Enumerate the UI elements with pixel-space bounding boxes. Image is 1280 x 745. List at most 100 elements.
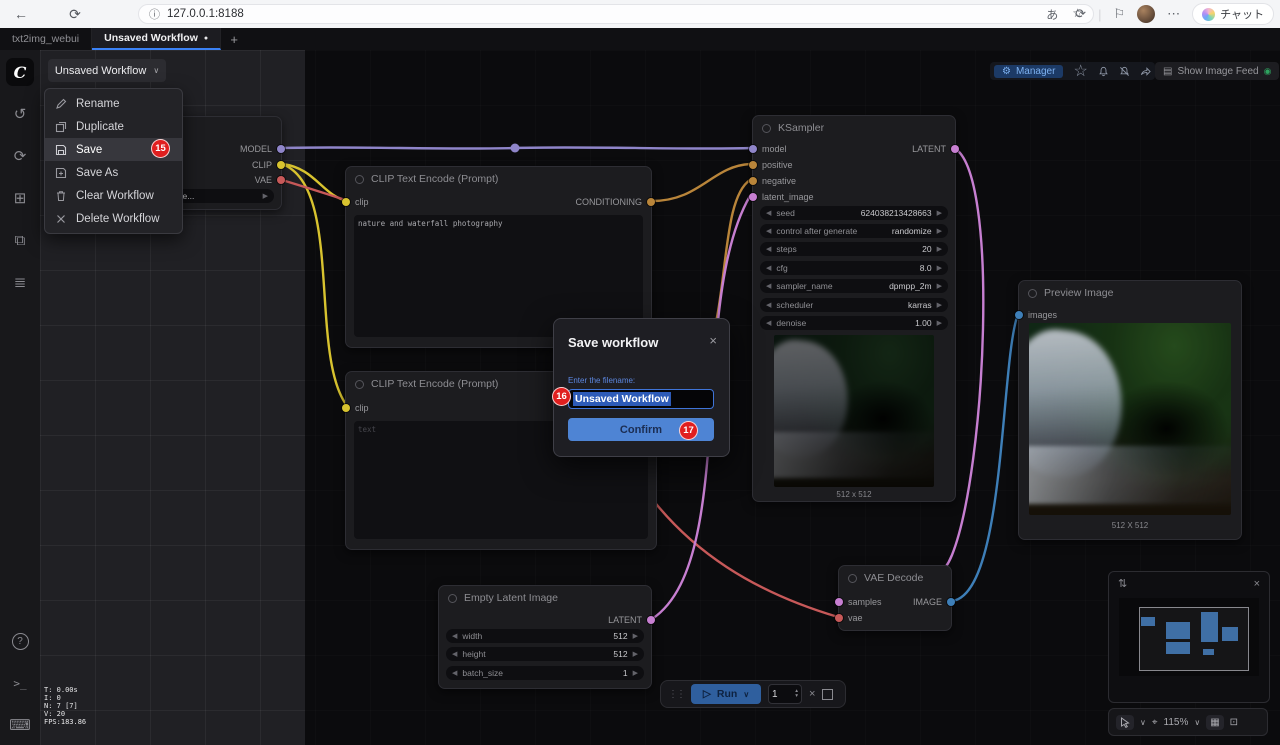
increment-icon[interactable]: ▶ (937, 245, 942, 253)
increment-icon[interactable]: ▶ (937, 209, 942, 217)
star-icon[interactable]: ☆ (1073, 61, 1087, 81)
zoom-chevron-icon[interactable]: ∨ (1194, 718, 1200, 727)
minimap-canvas[interactable] (1119, 598, 1259, 676)
collapse-dot-icon[interactable] (1028, 289, 1037, 298)
collapse-dot-icon[interactable] (448, 594, 457, 603)
logs-button[interactable]: >_ (6, 669, 34, 697)
vae-output-port[interactable] (277, 176, 285, 184)
show-image-feed-button[interactable]: ▤ Show Image Feed ◉ (1155, 62, 1279, 80)
conditioning-output-port[interactable] (647, 198, 655, 206)
bell-icon[interactable] (1098, 66, 1109, 77)
sidebar-item-workflows[interactable]: ≣ (6, 268, 34, 296)
model-input-port[interactable] (749, 145, 757, 153)
latent-output-port[interactable] (951, 145, 959, 153)
height-widget[interactable]: ◀height512▶ (446, 647, 644, 661)
new-tab-button[interactable]: + (221, 28, 247, 50)
decrement-icon[interactable]: ◀ (452, 669, 457, 677)
image-output-port[interactable] (947, 598, 955, 606)
node-vae-decode[interactable]: VAE Decode samples IMAGE vae (838, 565, 952, 631)
drag-handle[interactable]: ⋮⋮ (668, 689, 684, 700)
minimap-close-icon[interactable]: × (1254, 578, 1260, 590)
decrement-icon[interactable]: ◀ (766, 282, 771, 290)
menu-item-delete-workflow[interactable]: Delete Workflow (45, 207, 182, 230)
workflow-name-button[interactable]: Unsaved Workflow ∨ (48, 59, 166, 82)
refresh-icon[interactable]: ⟳ (62, 6, 88, 23)
samples-input-port[interactable] (835, 598, 843, 606)
negative-input-port[interactable] (749, 177, 757, 185)
more-icon[interactable]: ⋯ (1167, 6, 1180, 22)
batch-count-input[interactable]: 1 ▴▾ (768, 684, 802, 704)
increment-icon[interactable]: ▶ (937, 301, 942, 309)
clip-input-port[interactable] (342, 404, 350, 412)
comfyui-logo[interactable]: C (6, 58, 34, 86)
increment-icon[interactable]: ▶ (937, 319, 942, 327)
sidebar-item-node-library[interactable]: ⊞ (6, 184, 34, 212)
decrement-icon[interactable]: ◀ (766, 227, 771, 235)
node-empty-latent-image[interactable]: Empty Latent Image LATENT ◀width512▶ ◀he… (438, 585, 652, 689)
minimap-options-icon[interactable]: ⇅ (1118, 577, 1127, 590)
increment-icon[interactable]: ▶ (937, 264, 942, 272)
focus-mode-icon[interactable]: ⊡ (1230, 717, 1238, 728)
manager-button[interactable]: ⚙ Manager (994, 65, 1063, 78)
collapse-dot-icon[interactable] (848, 574, 857, 583)
denoise-widget[interactable]: ◀denoise1.00▶ (760, 316, 948, 330)
sampler-name-widget[interactable]: ◀sampler_namedpmpp_2m▶ (760, 279, 948, 293)
translate-icon[interactable]: あ (1046, 6, 1058, 23)
menu-item-clear-workflow[interactable]: Clear Workflow (45, 184, 182, 207)
feedback-icon[interactable]: ⚐ (1113, 6, 1125, 22)
seed-widget[interactable]: ◀seed624038213428663▶ (760, 206, 948, 220)
filename-input[interactable]: Unsaved Workflow (568, 389, 714, 409)
node-ksampler[interactable]: KSampler model positive negative latent_… (752, 115, 956, 502)
increment-icon[interactable]: ▶ (937, 227, 942, 235)
decrement-icon[interactable]: ◀ (766, 301, 771, 309)
tab-unsaved-workflow[interactable]: Unsaved Workflow ● (92, 28, 221, 50)
collapse-dot-icon[interactable] (762, 124, 771, 133)
back-icon[interactable]: ← (8, 6, 34, 22)
bell-off-icon[interactable] (1119, 66, 1130, 77)
next-icon[interactable]: ▶ (263, 192, 268, 200)
control-after-generate-widget[interactable]: ◀control after generaterandomize▶ (760, 224, 948, 238)
copilot-button[interactable]: チャット (1192, 3, 1274, 25)
increment-icon[interactable]: ▶ (633, 650, 638, 658)
site-info-icon[interactable]: ⓘ (149, 6, 160, 22)
scheduler-widget[interactable]: ◀schedulerkarras▶ (760, 298, 948, 312)
sidebar-item-queue-history[interactable]: ↺ (6, 100, 34, 128)
node-preview-image[interactable]: Preview Image images 512 X 512 (1018, 280, 1242, 540)
dialog-close-icon[interactable]: × (709, 333, 717, 348)
decrement-icon[interactable]: ◀ (452, 632, 457, 640)
pointer-menu-chevron-icon[interactable]: ∨ (1140, 718, 1146, 727)
sidebar-item-model-library[interactable]: ⧉ (6, 226, 34, 254)
collapse-dot-icon[interactable] (355, 175, 364, 184)
fit-view-icon[interactable]: ⌖ (1152, 717, 1158, 728)
cfg-widget[interactable]: ◀cfg8.0▶ (760, 261, 948, 275)
run-button[interactable]: ▷ Run ∨ (691, 684, 761, 704)
extensions-icon[interactable]: ⟳ (1075, 6, 1086, 22)
increment-icon[interactable]: ▶ (633, 669, 638, 677)
increment-icon[interactable]: ▶ (937, 282, 942, 290)
clip-input-port[interactable] (342, 198, 350, 206)
positive-input-port[interactable] (749, 161, 757, 169)
model-output-port[interactable] (277, 145, 285, 153)
stop-icon[interactable] (822, 689, 833, 700)
latent-image-input-port[interactable] (749, 193, 757, 201)
zoom-level-dropdown[interactable]: 115% (1164, 717, 1189, 728)
sidebar-item-node-map[interactable]: ⟳ (6, 142, 34, 170)
help-button[interactable]: ? (6, 627, 34, 655)
batch-size-widget[interactable]: ◀batch_size1▶ (446, 666, 644, 680)
decrement-icon[interactable]: ◀ (766, 245, 771, 253)
menu-item-rename[interactable]: Rename (45, 92, 182, 115)
vae-input-port[interactable] (835, 614, 843, 622)
shortcuts-button[interactable]: ⌨ (6, 711, 34, 739)
pointer-tool-button[interactable] (1116, 715, 1134, 730)
tab-txt2img-webui[interactable]: txt2img_webui (0, 28, 92, 50)
clip-output-port[interactable] (277, 161, 285, 169)
grid-toggle-icon[interactable]: ▦ (1206, 715, 1223, 730)
menu-item-duplicate[interactable]: Duplicate (45, 115, 182, 138)
decrement-icon[interactable]: ◀ (766, 319, 771, 327)
latent-output-port[interactable] (647, 616, 655, 624)
images-input-port[interactable] (1015, 311, 1023, 319)
avatar[interactable] (1137, 5, 1155, 23)
cancel-run-icon[interactable]: × (809, 688, 815, 700)
step-down-icon[interactable]: ▾ (795, 694, 798, 699)
increment-icon[interactable]: ▶ (633, 632, 638, 640)
